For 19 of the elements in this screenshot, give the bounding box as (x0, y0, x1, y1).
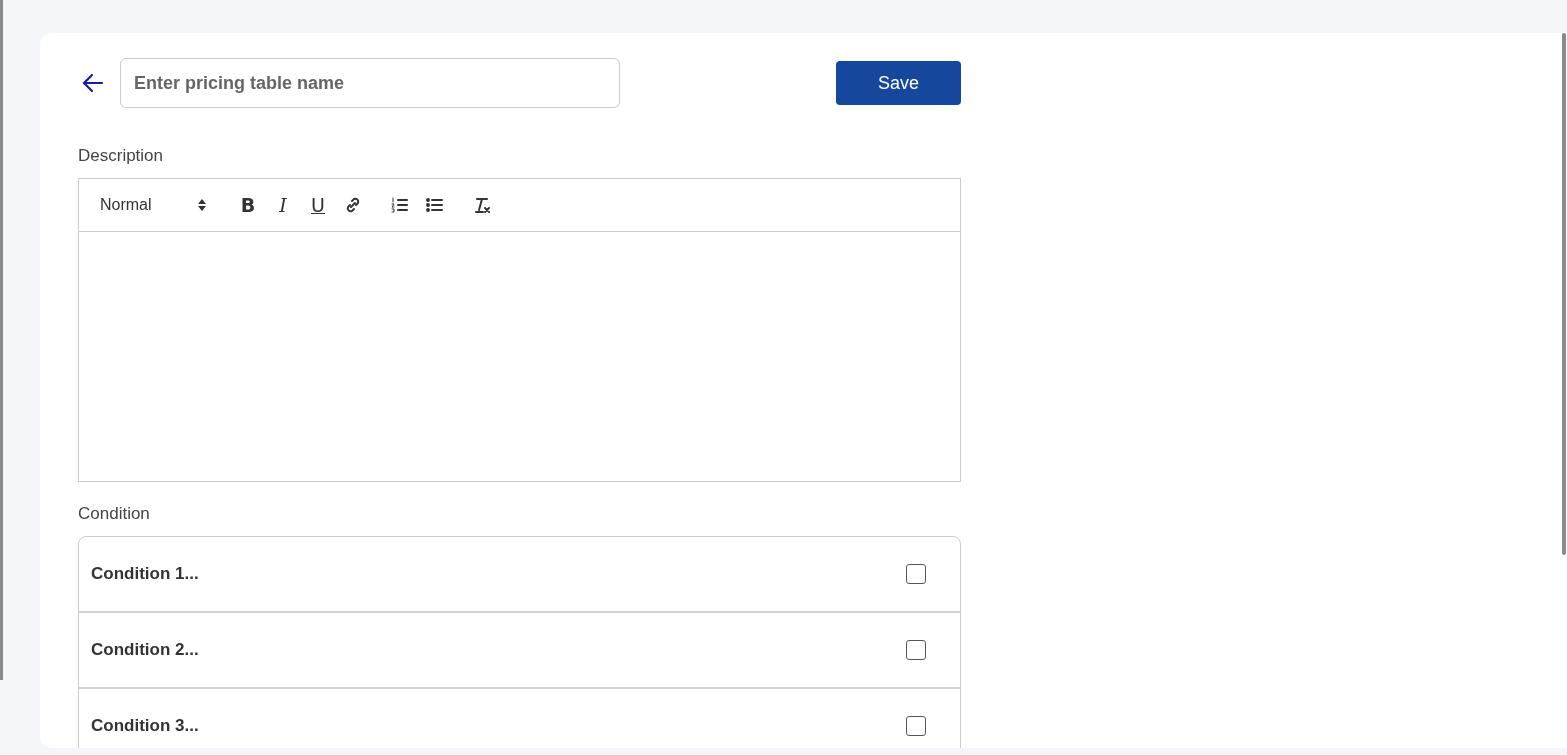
numbered-list-icon (390, 195, 410, 215)
sort-caret-icon (198, 199, 206, 211)
scrollbar[interactable] (1562, 33, 1566, 555)
bold-button[interactable]: B (234, 191, 262, 219)
save-button[interactable]: Save (836, 61, 961, 105)
italic-button[interactable]: I (269, 191, 297, 219)
clear-format-icon (472, 195, 492, 215)
checkbox[interactable] (906, 716, 926, 736)
condition-text: Condition 3... (91, 716, 199, 736)
checkbox[interactable] (906, 640, 926, 660)
condition-label: Condition (78, 504, 151, 524)
underline-button[interactable]: U (304, 191, 332, 219)
condition-text: Condition 1... (91, 564, 199, 584)
format-dropdown[interactable]: Normal (100, 196, 206, 214)
checkbox[interactable] (906, 564, 926, 584)
bullet-list-icon (425, 195, 445, 215)
name-input-field[interactable]: Enter pricing table name (120, 58, 620, 108)
description-label: Description (78, 146, 165, 166)
condition-text: Condition 2... (91, 640, 199, 660)
